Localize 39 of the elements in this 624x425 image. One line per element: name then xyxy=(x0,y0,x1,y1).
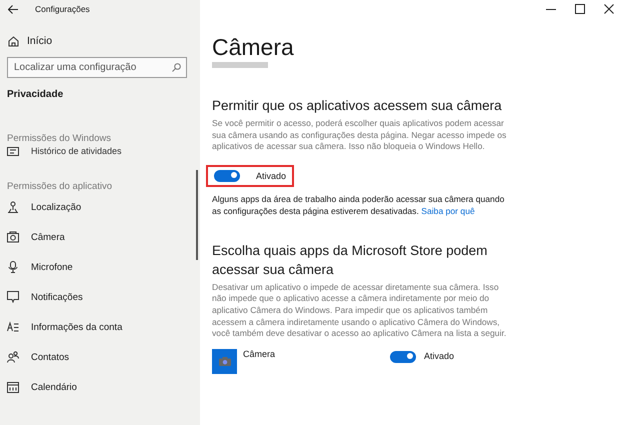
app-name: Câmera xyxy=(243,348,276,359)
search-icon xyxy=(172,63,181,72)
learn-more-link[interactable]: Saiba por quê xyxy=(421,206,475,216)
description-text: Se você permitir o acesso, poderá escolher quais aplicativos podem acessar sua câmera usando as configurações desta página. Negar acesso impede os aplicativos de acessar sua câmera. Isso não bloqueia o Windows Hello. xyxy=(212,118,508,153)
section-heading: Permitir que os aplicativos acessem sua câmera xyxy=(212,97,503,115)
close-icon[interactable] xyxy=(604,4,614,14)
description-text: Desativar um aplicativo o impede de acessar diretamente sua câmera. Isso não impede que o aplicativo acesse a câmera indiretamente por meio do aplicativo Câmera do Windows. Para impedir que os aplicativos também acessem a câmera indiretamente usando o aplicativo Câmera do Windows, você também deve desativar o acesso ao aplicativo Câmera na lista a seguir. xyxy=(212,282,508,340)
camera-app-icon xyxy=(212,348,237,374)
home-icon xyxy=(8,36,19,46)
sidebar-item[interactable]: Histórico de atividades xyxy=(0,144,122,158)
redacted-bar xyxy=(212,62,268,68)
toggle-label: Ativado xyxy=(424,350,454,361)
calendar-icon xyxy=(7,381,19,393)
window-title: Configurações xyxy=(35,4,90,14)
section-heading: Privacidade xyxy=(7,89,64,100)
sidebar-item[interactable]: Calendário xyxy=(0,372,77,402)
scrollbar[interactable] xyxy=(196,170,198,260)
page-title: Câmera xyxy=(212,34,295,60)
location-icon xyxy=(7,201,19,213)
mic-icon xyxy=(7,261,19,273)
contacts-icon xyxy=(7,351,19,363)
section-heading: Escolha quais apps da Microsoft Store podem acessar sua câmera xyxy=(212,242,488,279)
sidebar-item[interactable]: Contatos xyxy=(0,342,70,372)
note-text: Alguns apps da área de trabalho ainda poderão acessar sua câmera quando as configurações desta página estiverem desativadas. Saiba por quê xyxy=(212,192,506,217)
sidebar-item[interactable]: Notificações xyxy=(0,282,83,312)
maximize-icon[interactable] xyxy=(575,4,585,14)
sidebar-item[interactable]: Localização xyxy=(0,192,82,222)
group-heading: Permissões do aplicativo xyxy=(7,181,114,192)
sidebar-item[interactable]: Câmera xyxy=(0,222,65,252)
sidebar-item[interactable]: Microfone xyxy=(0,252,73,282)
sidebar-item[interactable]: Informações da conta xyxy=(0,312,122,342)
toggle-label: Ativado xyxy=(256,170,286,181)
group-heading: Permissões do Windows xyxy=(7,133,112,144)
search-field[interactable]: Localizar uma configuração xyxy=(7,57,187,78)
camera-icon xyxy=(7,231,19,243)
toggle-switch[interactable] xyxy=(390,350,416,363)
home-link[interactable]: Início xyxy=(8,35,52,47)
back-arrow-icon[interactable] xyxy=(8,4,18,14)
toggle-switch[interactable] xyxy=(214,170,240,182)
